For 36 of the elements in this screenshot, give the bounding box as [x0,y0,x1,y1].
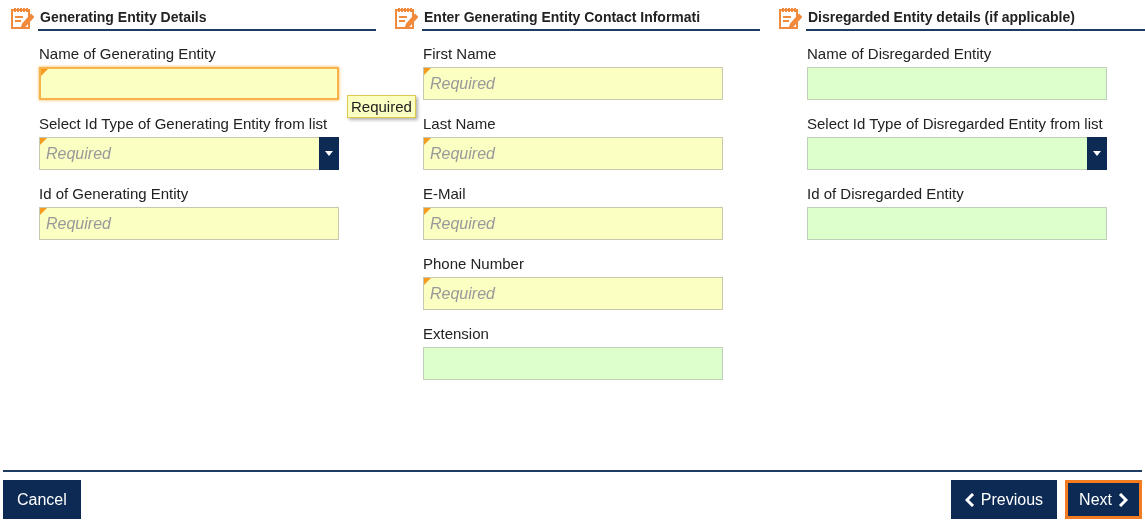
caret-icon [1093,151,1101,156]
section-heading: Generating Entity Details [38,9,376,31]
field-label: Last Name [423,115,497,132]
input-field[interactable]: Required [423,207,723,240]
input-field[interactable] [807,67,1107,100]
input-field[interactable] [423,347,723,380]
field-label: Id of Generating Entity [39,185,190,202]
notepad-icon [778,6,802,30]
field-label: Phone Number [423,255,525,272]
field-label: Id of Disregarded Entity [807,185,965,202]
tooltip: Required [347,95,416,118]
notepad-icon [10,6,34,30]
dropdown-field[interactable] [807,137,1107,170]
field-label: Name of Generating Entity [39,45,217,62]
input-field[interactable]: Required [423,137,723,170]
section-heading: Disregarded Entity details (if applicable) [806,9,1145,31]
field-label: First Name [423,45,498,62]
chevron-left-icon [964,492,975,507]
field-label: Extension [423,325,490,342]
input-field[interactable]: Required [423,277,723,310]
field-label: E-Mail [423,185,467,202]
previous-button[interactable]: Previous [950,480,1058,519]
input-field[interactable]: Required [423,67,723,100]
next-button[interactable]: Next [1065,480,1142,519]
input-field[interactable] [39,67,339,100]
field-label: Select Id Type of Generating Entity from list [39,115,329,132]
input-field[interactable]: Required [39,207,339,240]
section-heading: Enter Generating Entity Contact Informati [422,9,760,31]
field-label: Name of Disregarded Entity [807,45,993,62]
dropdown-field[interactable]: Required [39,137,339,170]
chevron-right-icon [1118,492,1128,507]
input-field[interactable] [807,207,1107,240]
cancel-button[interactable]: Cancel [3,480,81,519]
field-label: Select Id Type of Disregarded Entity from list [807,115,1104,132]
notepad-icon [394,6,418,30]
caret-icon [325,151,333,156]
